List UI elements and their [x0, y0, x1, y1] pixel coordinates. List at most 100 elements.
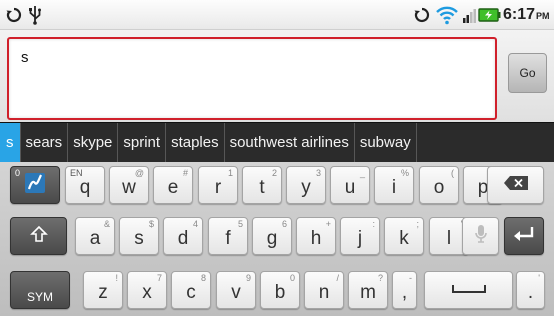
key-hint: & [103, 219, 110, 229]
enter-key[interactable] [504, 217, 544, 255]
key-hint: 3 [315, 168, 321, 178]
backspace-icon [503, 175, 529, 196]
space-key[interactable] [424, 271, 513, 309]
key-label: o [433, 177, 445, 198]
suggestion-item[interactable]: skype [68, 123, 119, 162]
wifi-icon [434, 4, 460, 26]
key-hint: ? [377, 273, 383, 283]
key-hint: 0 [289, 273, 295, 283]
key-z[interactable]: z! [83, 271, 123, 309]
spacebar-icon [451, 281, 487, 299]
key-label: g [266, 228, 278, 249]
key-v[interactable]: v9 [216, 271, 256, 309]
key-y[interactable]: y3 [286, 166, 326, 204]
period-key[interactable]: . ' [516, 271, 545, 309]
key-label: z [98, 282, 108, 303]
key-e[interactable]: e # [153, 166, 193, 204]
sym-label: SYM [26, 290, 53, 304]
suggestion-item[interactable]: s [0, 123, 21, 162]
key-t[interactable]: t2 [242, 166, 282, 204]
symbols-key[interactable]: SYM [10, 271, 70, 309]
key-label: n [318, 282, 330, 303]
status-bar: 6:17PM [0, 0, 554, 30]
key-hint: / [336, 273, 339, 283]
key-a[interactable]: a & [75, 217, 115, 255]
delete-key[interactable] [487, 166, 544, 204]
key-label: x [142, 282, 152, 303]
key-k[interactable]: k; [384, 217, 424, 255]
key-hint: + [325, 219, 331, 229]
key-hint: ( [451, 168, 454, 178]
key-label: y [301, 177, 311, 198]
key-g[interactable]: g6 [252, 217, 292, 255]
key-label: s [134, 228, 144, 249]
key-m[interactable]: m? [348, 271, 388, 309]
search-input[interactable]: s [7, 37, 497, 120]
comma-key[interactable]: ,- [392, 271, 417, 309]
key-r[interactable]: r1 [198, 166, 238, 204]
keyboard: qENw@e#r1t2y3u_i%o(p)a&s$d4f5g6h+j:k;l"z… [0, 162, 554, 316]
key-hint: ; [416, 219, 419, 229]
key-b[interactable]: b0 [260, 271, 300, 309]
key-label: t [259, 177, 265, 198]
suggestion-item[interactable]: southwest airlines [225, 123, 355, 162]
suggestion-item[interactable]: staples [166, 123, 225, 162]
key-hint: % [400, 168, 409, 178]
shift-arrow-icon [29, 225, 48, 248]
key-h[interactable]: h + [296, 217, 336, 255]
microphone-icon [474, 224, 488, 249]
clock-time: 6:17 [503, 6, 536, 23]
key-s[interactable]: s $ [119, 217, 159, 255]
key-c[interactable]: c8 [171, 271, 211, 309]
suggestion-item[interactable]: subway [355, 123, 417, 162]
key-hint: ! [115, 273, 118, 283]
go-button[interactable]: Go [508, 53, 547, 93]
key-label: k [399, 228, 409, 249]
key-q[interactable]: q EN [65, 166, 105, 204]
key-label: , [401, 282, 408, 303]
voice-input-key[interactable] [462, 217, 499, 255]
key-label: r [214, 177, 222, 198]
battery-icon [477, 7, 501, 23]
suggestion-strip: s sears skype sprint staples southwest airlin… [0, 122, 554, 162]
clock: 6:17PM [503, 6, 550, 24]
key-hint: 5 [237, 219, 243, 229]
shift-key[interactable] [10, 217, 67, 255]
key-label: w [122, 177, 136, 198]
android-screen: 6:17PM s Go s sears skype sprint staples sout… [0, 0, 554, 316]
key-n[interactable]: n / [304, 271, 344, 309]
key-x[interactable]: x7 [127, 271, 167, 309]
key-label: j [357, 228, 363, 249]
key-hint: 9 [245, 273, 251, 283]
key-f[interactable]: f5 [208, 217, 248, 255]
usb-icon [27, 4, 43, 26]
suggestion-item[interactable]: sprint [118, 123, 167, 162]
key-w[interactable]: w @ [109, 166, 149, 204]
key-label: m [360, 282, 376, 303]
key-label: f [225, 228, 231, 249]
suggestion-item[interactable]: sears [21, 123, 69, 162]
key-hint: @ [134, 168, 144, 178]
key-u[interactable]: u _ [330, 166, 370, 204]
sync-icon [412, 5, 432, 25]
key-hint: $ [148, 219, 154, 229]
key-hint: : [372, 219, 375, 229]
search-input-text: s [21, 49, 29, 66]
key-label: . [527, 282, 534, 303]
key-hint: ' [538, 273, 540, 283]
key-d[interactable]: d4 [163, 217, 203, 255]
key-o[interactable]: o( [419, 166, 459, 204]
key-label: c [186, 282, 196, 303]
key-j[interactable]: j: [340, 217, 380, 255]
input-method-key[interactable]: 0 [10, 166, 60, 204]
key-label: q [79, 177, 91, 198]
return-arrow-icon [513, 225, 535, 248]
key-label: h [310, 228, 322, 249]
key-hint: _ [359, 168, 365, 178]
key-hint: # [182, 168, 188, 178]
clock-ampm: PM [536, 11, 550, 21]
key-i[interactable]: i% [374, 166, 414, 204]
key-label: d [177, 228, 189, 249]
key-label: e [167, 177, 179, 198]
key-hint: 8 [200, 273, 206, 283]
